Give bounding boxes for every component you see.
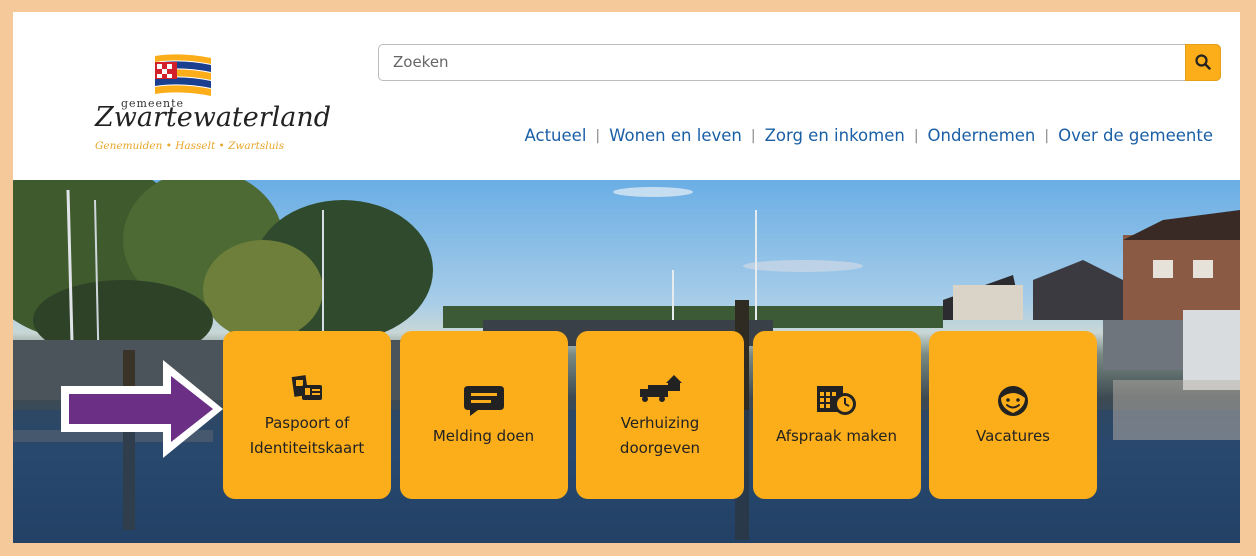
tile-label-line2: doorgeven	[619, 439, 701, 457]
page-frame: gemeente Zwartewaterland Genemuiden • Ha…	[13, 12, 1240, 543]
main-nav: Actueel | Wonen en leven | Zorg en inkom…	[525, 126, 1213, 145]
moving-truck-icon	[640, 375, 682, 402]
tile-label-line1: Melding doen	[432, 426, 535, 445]
tile-label-line2: Identiteitskaart	[249, 439, 365, 457]
logo-tagline: Genemuiden • Hasselt • Zwartsluis	[95, 140, 285, 152]
speech-bubble-icon	[463, 385, 504, 416]
smiley-face-icon	[998, 385, 1028, 416]
nav-item-wonen-en-leven[interactable]: Wonen en leven	[609, 126, 742, 145]
tile-label-line1: Vacatures	[976, 426, 1050, 445]
quick-links: Paspoort of Identiteitskaart Melding doe…	[223, 331, 1106, 499]
id-card-icon	[291, 375, 322, 400]
tile-afspraak[interactable]: Afspraak maken	[752, 331, 921, 499]
logo-name: Zwartewaterland	[95, 102, 332, 133]
tile-label-line1: Paspoort of	[264, 414, 350, 432]
nav-item-ondernemen[interactable]: Ondernemen	[928, 126, 1036, 145]
search-icon	[1195, 54, 1211, 70]
search-bar	[378, 44, 1221, 81]
arrow-right-icon	[61, 360, 223, 458]
search-input[interactable]	[379, 45, 1183, 78]
nav-item-over-de-gemeente[interactable]: Over de gemeente	[1058, 126, 1213, 145]
nav-item-zorg-en-inkomen[interactable]: Zorg en inkomen	[765, 126, 905, 145]
site-header: gemeente Zwartewaterland Genemuiden • Ha…	[13, 12, 1240, 180]
nav-separator: |	[750, 127, 756, 144]
search-button[interactable]	[1185, 44, 1221, 81]
site-logo[interactable]: gemeente Zwartewaterland Genemuiden • Ha…	[89, 50, 331, 168]
hero-banner: Paspoort of Identiteitskaart Melding doe…	[13, 180, 1240, 543]
nav-item-actueel[interactable]: Actueel	[525, 126, 587, 145]
nav-separator: |	[913, 127, 919, 144]
tile-paspoort[interactable]: Paspoort of Identiteitskaart	[223, 331, 391, 499]
calendar-clock-icon	[816, 385, 856, 415]
tile-verhuizing[interactable]: Verhuizing doorgeven	[576, 331, 744, 499]
flag-logo-icon	[155, 54, 211, 96]
tile-label-line1: Afspraak maken	[775, 426, 898, 445]
tile-label-line1: Verhuizing	[620, 414, 700, 432]
tile-vacatures[interactable]: Vacatures	[929, 331, 1097, 499]
nav-separator: |	[1044, 127, 1050, 144]
tile-melding[interactable]: Melding doen	[399, 331, 568, 499]
nav-separator: |	[595, 127, 601, 144]
